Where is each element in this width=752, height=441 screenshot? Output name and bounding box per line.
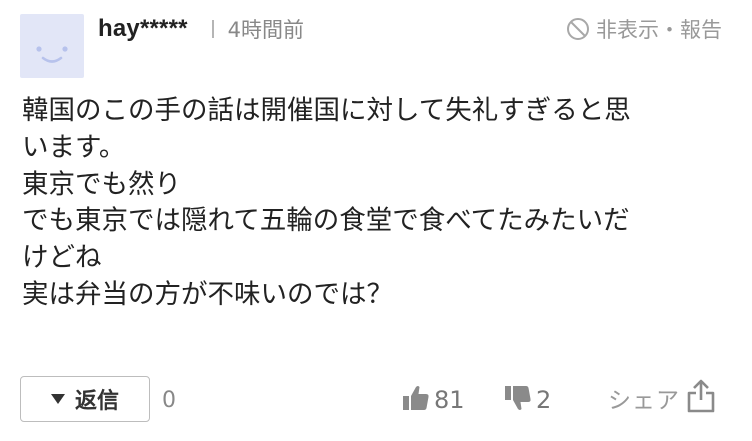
username[interactable]: hay***** [98,15,188,43]
comment-body: 韓国のこの手の話は開催国に対して失礼すぎると思 います。 東京でも然り でも東京… [22,93,734,314]
smiley-face-icon [36,46,68,63]
divider [211,20,214,38]
comment-header: hay***** 4時間前 [98,13,304,45]
reply-count: 0 [162,388,176,413]
comment-line: 実は弁当の方が不味いのでは？ [22,278,393,310]
ban-icon [566,17,590,41]
like-count: 81 [434,386,465,414]
avatar[interactable] [20,14,84,78]
triangle-down-icon [50,394,65,404]
reply-label: 返信 [74,389,119,414]
comment-card: hay***** 4時間前 非表示・報告 韓国のこの手の話は開催国に対して失礼す… [0,0,752,441]
share-icon [686,378,716,418]
dislike-button[interactable]: 2 [504,384,551,416]
hide-report-link[interactable]: 非表示・報告 [566,13,722,45]
like-button[interactable]: 81 [402,384,465,416]
share-button[interactable]: シェア [608,378,716,418]
thumbs-down-icon [504,384,532,416]
hide-report-label: 非表示・報告 [596,18,722,42]
comment-line: けどね [22,242,102,274]
comment-line: います。 [22,131,126,163]
comment-line: でも東京では隠れて五輪の食堂で食べてたみたいだ [22,205,630,237]
timestamp: 4時間前 [227,18,305,42]
reply-button[interactable]: 返信 [20,376,150,422]
thumbs-up-icon [402,384,430,416]
comment-footer: 返信 0 81 2 シェア [20,376,732,424]
dislike-count: 2 [536,386,552,414]
comment-line: 韓国のこの手の話は開催国に対して失礼すぎると思 [22,95,631,126]
comment-line: 東京でも然り [22,168,181,200]
share-label: シェア [608,388,680,414]
